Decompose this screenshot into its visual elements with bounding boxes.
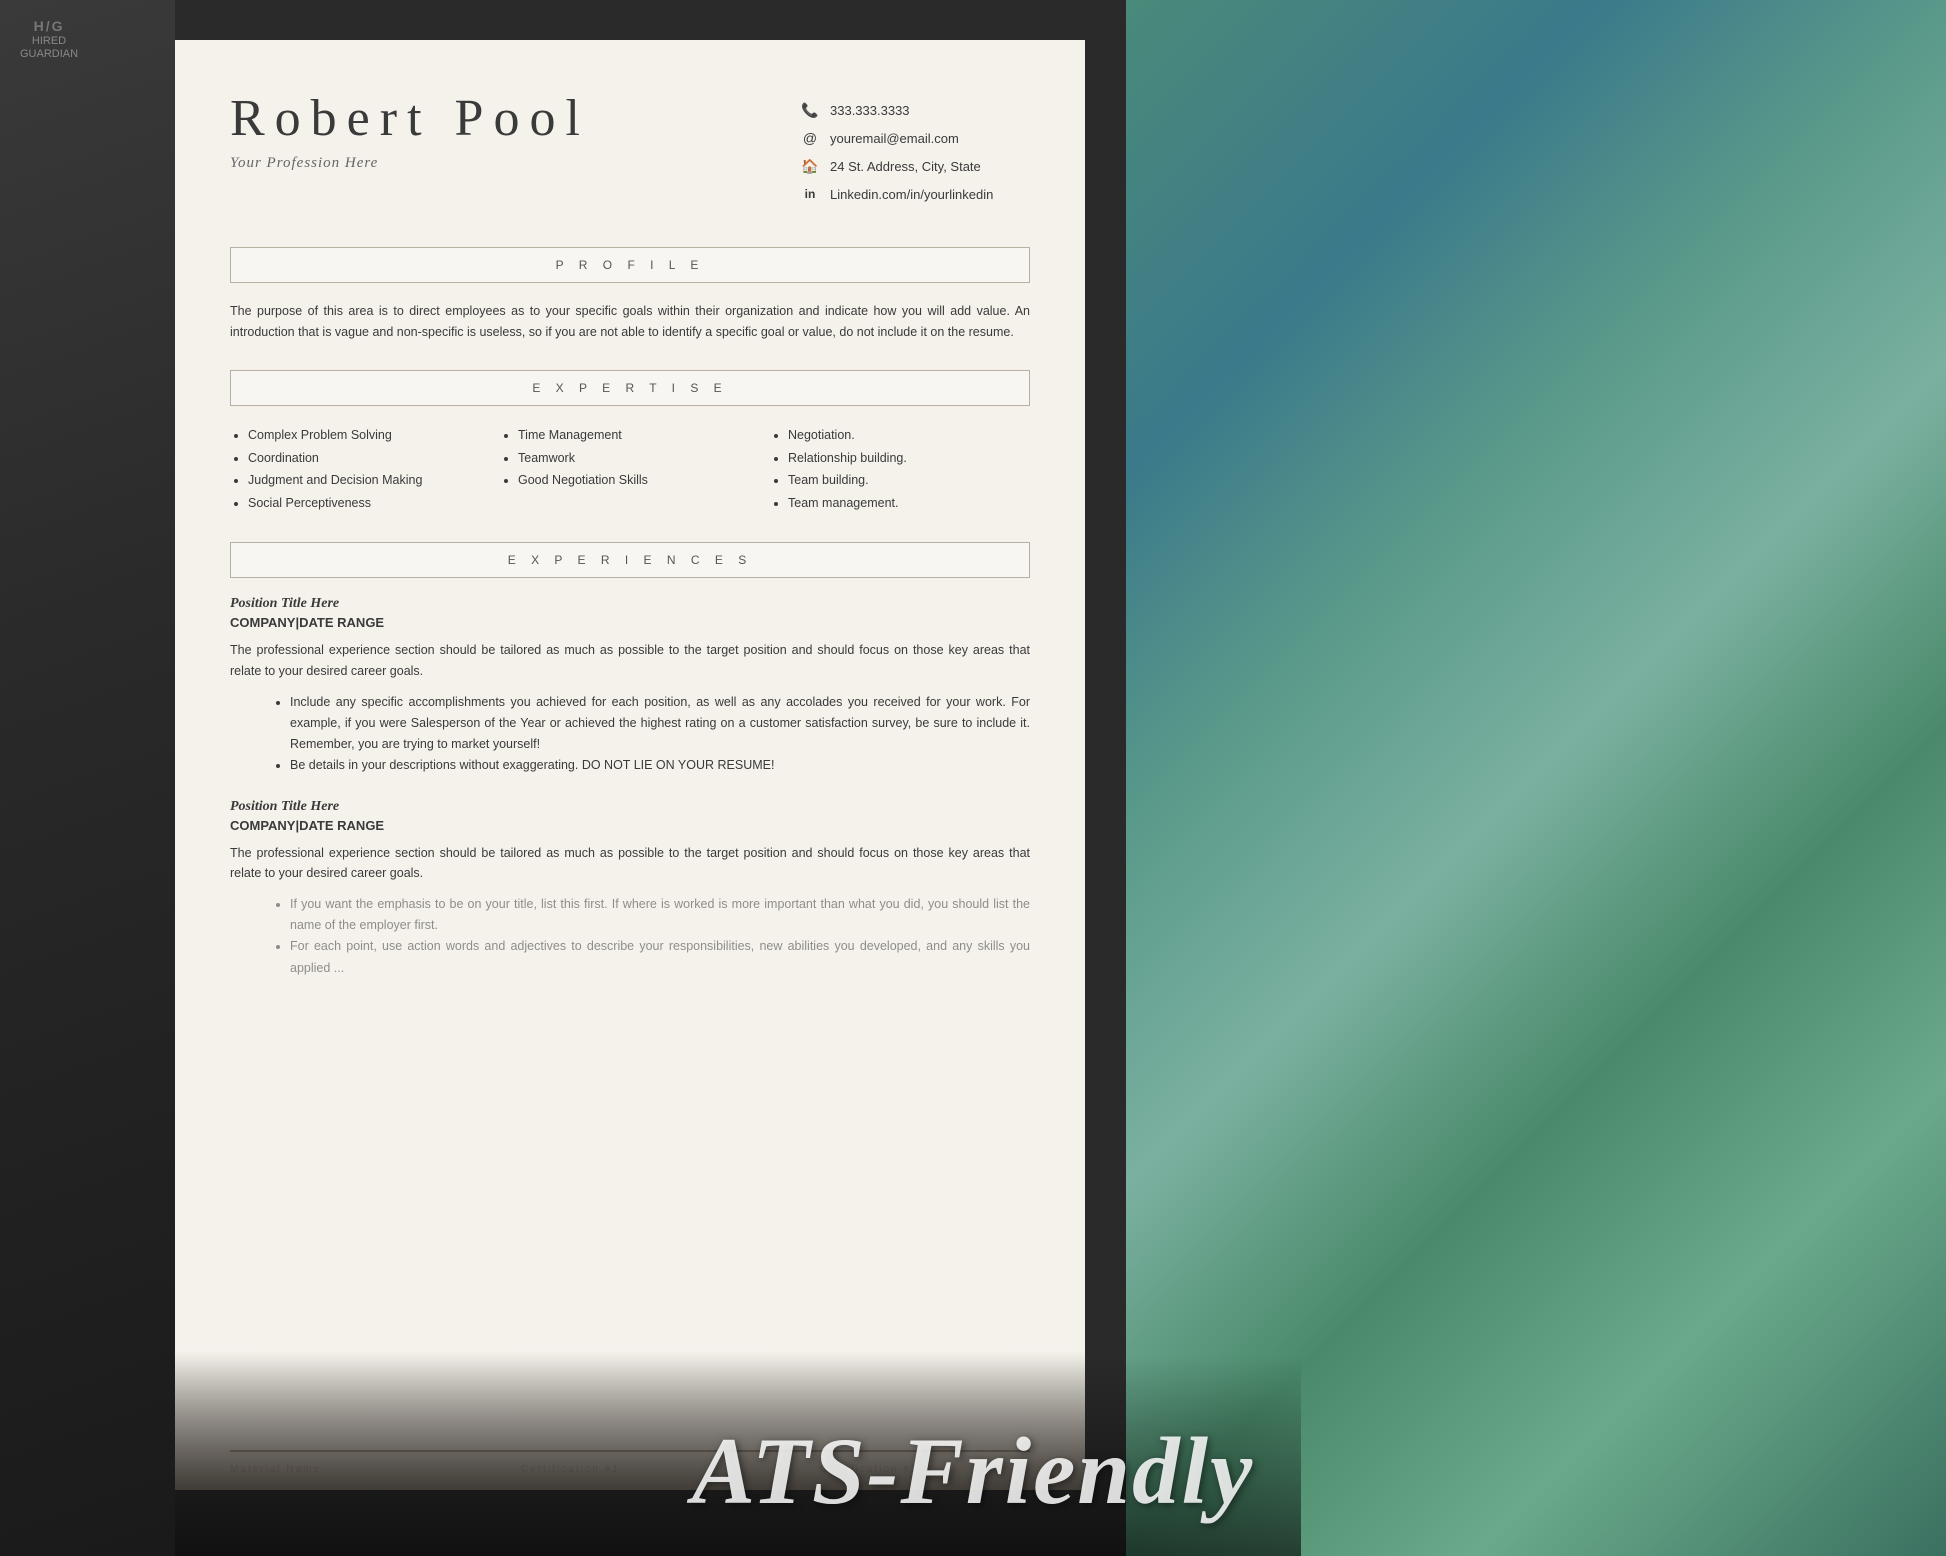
phone-value: 333.333.3333 [830,103,910,118]
expertise-list-3: Negotiation. Relationship building. Team… [770,424,1020,514]
resume-name: Robert Pool [230,90,800,147]
experiences-header: E X P E R I E N C E S [230,542,1030,578]
logo-letters: H/G [20,18,78,35]
experience-bullets-2: If you want the emphasis to be on your t… [230,894,1030,979]
contact-block: 📞 333.333.3333 @ youremail@email.com 🏠 2… [800,90,1030,212]
list-item: Negotiation. [788,424,1020,447]
experience-entry-1: Position Title Here COMPANY|DATE RANGE T… [230,596,1030,776]
linkedin-value: Linkedin.com/in/yourlinkedin [830,187,993,202]
profile-header: P R O F I L E [230,247,1030,283]
email-value: youremail@email.com [830,131,959,146]
ats-watermark: ATS-Friendly [692,1416,1254,1526]
list-item: Include any specific accomplishments you… [290,692,1030,756]
background-right [1126,0,1946,1556]
list-item: Time Management [518,424,750,447]
background-left [0,0,175,1556]
profile-section: P R O F I L E The purpose of this area i… [230,247,1030,342]
resume-profession: Your Profession Here [230,155,800,172]
list-item: Teamwork [518,447,750,470]
contact-linkedin: in Linkedin.com/in/yourlinkedin [800,184,1030,204]
expertise-grid: Complex Problem Solving Coordination Jud… [230,424,1030,514]
expertise-label: E X P E R T I S E [532,381,727,395]
contact-email: @ youremail@email.com [800,128,1030,148]
list-item: If you want the emphasis to be on your t… [290,894,1030,937]
list-item: Team management. [788,492,1020,515]
list-item: Be details in your descriptions without … [290,755,1030,776]
profile-label: P R O F I L E [556,258,705,272]
experience-entry-2: Position Title Here COMPANY|DATE RANGE T… [230,799,1030,979]
profile-text: The purpose of this area is to direct em… [230,301,1030,342]
list-item: Team building. [788,469,1020,492]
list-item: Social Perceptiveness [248,492,480,515]
expertise-col-3: Negotiation. Relationship building. Team… [760,424,1030,514]
contact-address: 🏠 24 St. Address, City, State [800,156,1030,176]
list-item: Complex Problem Solving [248,424,480,447]
list-item: Good Negotiation Skills [518,469,750,492]
contact-phone: 📞 333.333.3333 [800,100,1030,120]
address-icon: 🏠 [800,156,820,176]
experience-intro-2: The professional experience section shou… [230,843,1030,884]
logo-line2: GUARDIAN [20,48,78,61]
email-icon: @ [800,128,820,148]
logo-line1: HIRED [20,35,78,48]
position-title-2: Position Title Here [230,799,1030,815]
resume-paper: Robert Pool Your Profession Here 📞 333.3… [175,40,1085,1490]
expertise-header: E X P E R T I S E [230,370,1030,406]
list-item: For each point, use action words and adj… [290,936,1030,979]
list-item: Relationship building. [788,447,1020,470]
company-date-2: COMPANY|DATE RANGE [230,818,1030,833]
experience-bullets-1: Include any specific accomplishments you… [230,692,1030,777]
expertise-list-2: Time Management Teamwork Good Negotiatio… [500,424,750,492]
experiences-section: E X P E R I E N C E S Position Title Her… [230,542,1030,979]
expertise-col-1: Complex Problem Solving Coordination Jud… [230,424,490,514]
expertise-section: E X P E R T I S E Complex Problem Solvin… [230,370,1030,514]
list-item: Coordination [248,447,480,470]
list-item: Judgment and Decision Making [248,469,480,492]
resume-header: Robert Pool Your Profession Here 📞 333.3… [230,90,1030,212]
address-value: 24 St. Address, City, State [830,159,981,174]
name-block: Robert Pool Your Profession Here [230,90,800,172]
experiences-label: E X P E R I E N C E S [508,553,752,567]
experience-intro-1: The professional experience section shou… [230,640,1030,681]
linkedin-icon: in [800,184,820,204]
company-date-1: COMPANY|DATE RANGE [230,615,1030,630]
phone-icon: 📞 [800,100,820,120]
position-title-1: Position Title Here [230,596,1030,612]
expertise-col-2: Time Management Teamwork Good Negotiatio… [490,424,760,514]
logo: H/G HIRED GUARDIAN [20,18,78,61]
expertise-list-1: Complex Problem Solving Coordination Jud… [230,424,480,514]
